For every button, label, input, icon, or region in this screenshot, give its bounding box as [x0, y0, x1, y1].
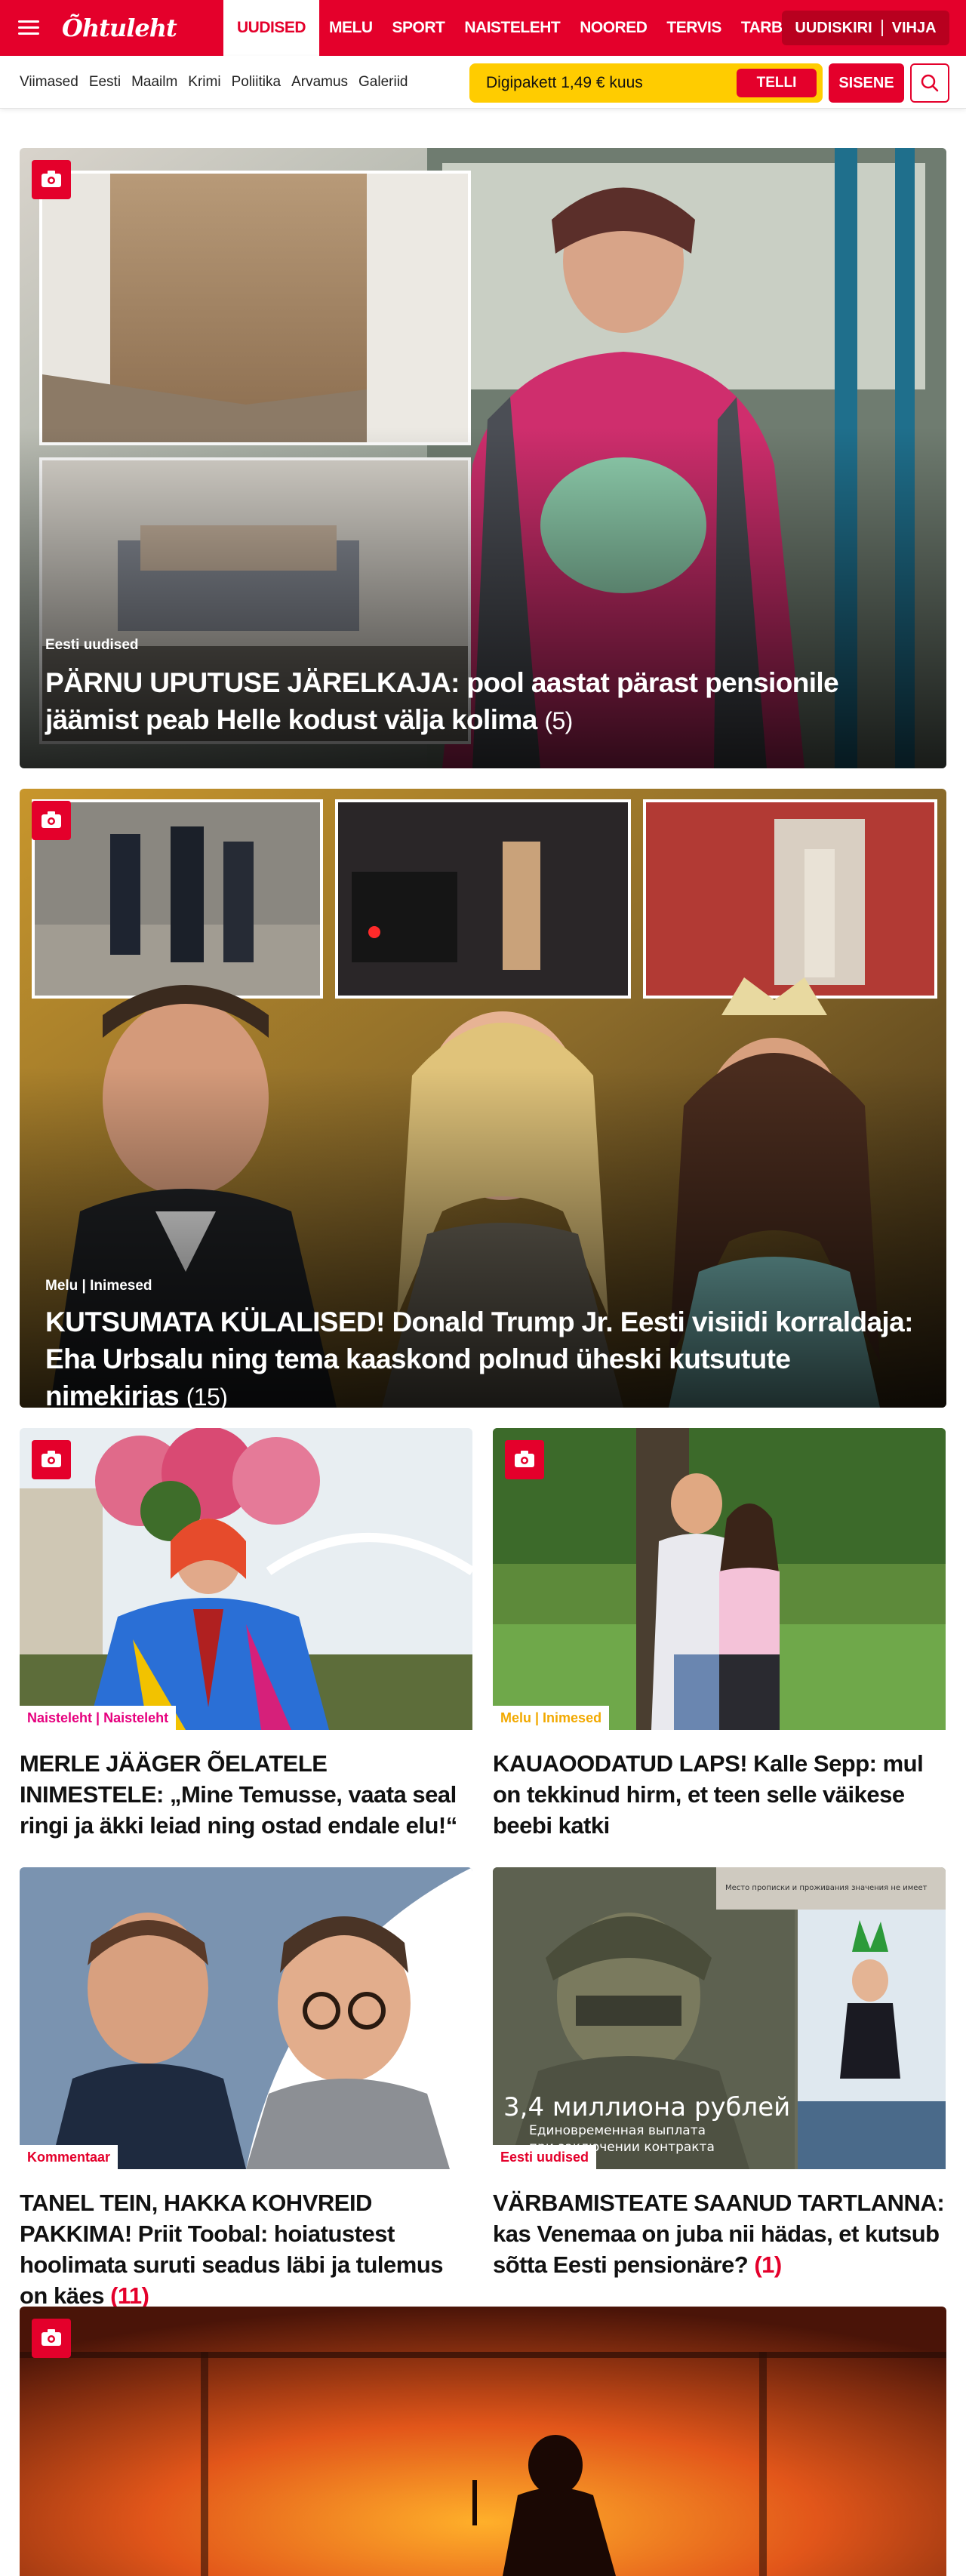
sub-nav: Viimased Eesti Maailm Krimi Poliitika Ar… — [20, 56, 419, 109]
comment-count: (11) — [110, 2282, 149, 2309]
gallery-camera-icon[interactable] — [32, 2319, 71, 2358]
nav-item-uudised[interactable]: UUDISED — [223, 0, 320, 56]
comment-count: (5) — [544, 707, 573, 734]
article-category[interactable]: Melu | Inimesed — [493, 1706, 610, 1730]
subnav-item-viimased[interactable]: Viimased — [20, 74, 78, 91]
article-tile-tartu-pensioner[interactable]: Место прописки и проживания значения не … — [493, 1867, 946, 2290]
article-hero-fire[interactable] — [20, 2307, 946, 2576]
menu-icon[interactable] — [18, 17, 39, 38]
article-category[interactable]: Eesti uudised — [493, 2145, 597, 2169]
article-image — [493, 1428, 946, 1730]
headline-text: TANEL TEIN, HAKKA KOHVREID PAKKIMA! Prii… — [20, 2190, 444, 2309]
article-tile-merle-jaager[interactable]: Naisteleht | Naisteleht MERLE JÄÄGER ÕEL… — [20, 1428, 472, 1851]
article-image — [20, 1867, 472, 2169]
subnav-item-arvamus[interactable]: Arvamus — [291, 74, 348, 91]
article-headline[interactable]: MERLE JÄÄGER ÕELATELE INIMESTELE: „Mine … — [20, 1748, 472, 1841]
recruit-poster-strip: Место прописки и проживания значения не … — [725, 1884, 928, 1892]
headline-text: KUTSUMATA KÜLALISED! Donald Trump Jr. Ee… — [45, 1306, 913, 1408]
gallery-camera-icon[interactable] — [32, 801, 71, 840]
article-headline[interactable]: TANEL TEIN, HAKKA KOHVREID PAKKIMA! Prii… — [20, 2187, 472, 2311]
gallery-camera-icon[interactable] — [32, 160, 71, 199]
article-category[interactable]: Naisteleht | Naisteleht — [20, 1706, 177, 1730]
top-navigation-bar: Õhtuleht UUDISED MELU SPORT NAISTELEHT N… — [0, 0, 966, 56]
article-image — [20, 2307, 946, 2576]
article-hero-trump-visit[interactable]: Melu | Inimesed KUTSUMATA KÜLALISED! Don… — [20, 789, 946, 1408]
headline-text: KAUAOODATUD LAPS! Kalle Sepp: mul on tek… — [493, 1750, 924, 1839]
search-icon — [921, 74, 939, 92]
nav-item-noored[interactable]: NOORED — [570, 0, 657, 56]
subscribe-button[interactable]: TELLI — [737, 69, 817, 97]
login-button[interactable]: SISENE — [829, 63, 904, 103]
article-tile-kalle-sepp[interactable]: Melu | Inimesed KAUAOODATUD LAPS! Kalle … — [493, 1428, 946, 1851]
subnav-item-poliitika[interactable]: Poliitika — [232, 74, 281, 91]
gallery-camera-icon[interactable] — [505, 1440, 544, 1479]
subnav-item-eesti[interactable]: Eesti — [89, 74, 121, 91]
gallery-camera-icon[interactable] — [32, 1440, 71, 1479]
article-category[interactable]: Eesti uudised — [45, 637, 139, 654]
headline-text: VÄRBAMISTEATE SAANUD TARTLANNA: kas Vene… — [493, 2190, 945, 2278]
promo-text: Digipakett 1,49 € kuus — [486, 74, 643, 91]
newsletter-link[interactable]: UUDISKIRI — [795, 20, 872, 37]
article-headline[interactable]: KAUAOODATUD LAPS! Kalle Sepp: mul on tek… — [493, 1748, 946, 1841]
article-headline[interactable]: KUTSUMATA KÜLALISED! Donald Trump Jr. Ee… — [45, 1303, 928, 1408]
site-logo[interactable]: Õhtuleht — [62, 11, 177, 45]
subnav-item-maailm[interactable]: Maailm — [131, 74, 177, 91]
comment-count: (15) — [186, 1383, 228, 1408]
article-headline[interactable]: VÄRBAMISTEATE SAANUD TARTLANNA: kas Vene… — [493, 2187, 946, 2280]
article-headline[interactable]: PÄRNU UPUTUSE JÄRELKAJA: pool aastat pär… — [45, 664, 906, 740]
subscription-promo[interactable]: Digipakett 1,49 € kuus TELLI — [469, 63, 823, 103]
headline-text: PÄRNU UPUTUSE JÄRELKAJA: pool aastat pär… — [45, 667, 839, 735]
recruit-poster-line1: Единовременная выплата — [529, 2123, 706, 2138]
tip-link[interactable]: VIHJA — [892, 20, 937, 37]
article-image — [20, 1428, 472, 1730]
divider — [881, 20, 883, 36]
article-hero-parnu-flood[interactable]: Eesti uudised PÄRNU UPUTUSE JÄRELKAJA: p… — [20, 148, 946, 768]
nav-item-sport[interactable]: SPORT — [383, 0, 455, 56]
nav-item-naisteleht[interactable]: NAISTELEHT — [454, 0, 570, 56]
article-category[interactable]: Melu | Inimesed — [45, 1278, 152, 1294]
nav-item-tervis[interactable]: TERVIS — [657, 0, 731, 56]
headline-text: MERLE JÄÄGER ÕELATELE INIMESTELE: „Mine … — [20, 1750, 457, 1839]
secondary-navigation-bar: Viimased Eesti Maailm Krimi Poliitika Ar… — [0, 56, 966, 109]
search-button[interactable] — [910, 63, 949, 103]
nav-item-melu[interactable]: MELU — [319, 0, 383, 56]
main-nav: UUDISED MELU SPORT NAISTELEHT NOORED TER… — [223, 0, 816, 56]
subnav-item-galeriid[interactable]: Galeriid — [358, 74, 408, 91]
comment-count: (1) — [754, 2251, 782, 2278]
article-category[interactable]: Kommentaar — [20, 2145, 118, 2169]
article-image: Место прописки и проживания значения не … — [493, 1867, 946, 2169]
newsletter-tip-box: UUDISKIRI VIHJA — [782, 11, 949, 45]
recruit-poster-amount: 3,4 миллиона рублей — [503, 2092, 791, 2122]
article-tile-tanel-tein[interactable]: Kommentaar TANEL TEIN, HAKKA KOHVREID PA… — [20, 1867, 472, 2309]
subnav-item-krimi[interactable]: Krimi — [188, 74, 220, 91]
